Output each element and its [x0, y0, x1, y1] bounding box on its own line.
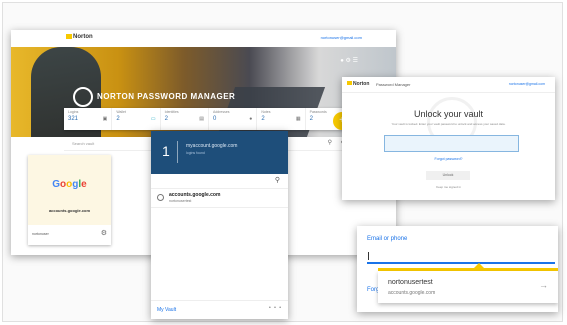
checkmark-icon — [347, 81, 352, 85]
dialog-description: Your vault is locked. Enter your vault p… — [391, 122, 506, 126]
category-count: 321 — [68, 116, 79, 122]
category-notes[interactable]: Notes 2 ▦ — [257, 108, 306, 130]
norton-ring-icon — [73, 87, 93, 107]
category-count: 0 — [212, 116, 217, 122]
category-count: 2 — [261, 116, 265, 122]
account-email[interactable]: nortonuser@gmail.com — [509, 82, 545, 86]
google-logo: Google — [52, 179, 87, 190]
card-icon: ▭ — [150, 116, 156, 122]
hero-title: NORTON PASSWORD MANAGER — [97, 92, 236, 101]
popup-footer: My Vault • • • — [151, 300, 288, 319]
extension-popup: 1 myaccount.google.com logins found ⚲ ac… — [151, 131, 288, 319]
unlock-button[interactable]: Unlock — [426, 171, 470, 180]
category-wallet[interactable]: Wallet 2 ▭ — [112, 108, 161, 130]
category-addresses[interactable]: Addresses 0 ● — [209, 108, 258, 130]
vault-password-input[interactable] — [384, 135, 519, 152]
my-vault-link[interactable]: My Vault — [157, 307, 176, 313]
category-label: Identities — [164, 110, 179, 114]
tile-domain: accounts.google.com — [48, 208, 91, 213]
globe-icon — [157, 194, 164, 201]
login-count: 1 — [162, 143, 170, 159]
id-icon: ▤ — [199, 116, 204, 122]
search-icon[interactable]: ⚲ — [275, 176, 280, 184]
account-email[interactable]: nortonuser@gmail.com — [321, 35, 362, 40]
tile-username: nortonuser — [32, 232, 49, 236]
list-item[interactable]: accounts.google.com nortonusertest — [151, 189, 288, 208]
more-options-icon[interactable]: • • • — [269, 305, 282, 311]
lock-icon[interactable]: ● — [340, 58, 344, 64]
suggestion-domain: accounts.google.com — [388, 290, 436, 296]
forgot-password-link[interactable]: Forgot password? — [342, 157, 555, 161]
category-identities[interactable]: Identities 2 ▤ — [161, 108, 209, 130]
brand-name: Norton — [73, 34, 93, 41]
pin-icon: ● — [249, 116, 253, 122]
suggestion-username: nortonusertest — [388, 279, 433, 286]
email-field-label: Email or phone — [367, 236, 408, 242]
key-icon: ▣ — [102, 116, 108, 122]
norton-logo: Norton — [66, 34, 93, 40]
divider — [177, 141, 178, 163]
category-label: Addresses — [212, 110, 230, 114]
gear-icon[interactable]: ⚙ — [101, 229, 107, 237]
vault-category-bar: Logins 321 ▣ Wallet 2 ▭ Identities 2 ▤ Address… — [64, 108, 354, 130]
category-count: 2 — [164, 116, 168, 122]
hero-actions: ● ⚙ ☰ — [340, 57, 358, 64]
keep-signed-in-checkbox[interactable]: Keep me signed in — [342, 185, 555, 189]
login-tile[interactable]: Google accounts.google.com nortonuser ⚙ — [28, 155, 111, 245]
tile-preview: Google accounts.google.com — [28, 155, 111, 225]
note-icon: ▦ — [295, 116, 301, 122]
category-label: Logins — [68, 110, 79, 114]
dialog-title: Unlock your vault — [413, 109, 484, 119]
text-cursor — [368, 252, 369, 260]
autofill-login-form: Email or phone Forg nortonusertest accou… — [357, 226, 558, 312]
arrow-right-icon[interactable]: → — [539, 280, 548, 290]
category-logins[interactable]: Logins 321 ▣ — [64, 108, 113, 130]
dialog-product: Password Manager — [376, 82, 411, 87]
item-domain: accounts.google.com — [169, 192, 221, 198]
item-username: nortonusertest — [169, 199, 192, 203]
email-field[interactable] — [367, 262, 555, 264]
category-label: Notes — [261, 110, 271, 114]
brand-name: Norton — [353, 81, 370, 87]
top-bar: Norton nortonuser@gmail.com — [11, 30, 396, 48]
autofill-suggestion[interactable]: nortonusertest accounts.google.com → — [378, 271, 558, 303]
category-label: Wallet — [116, 110, 126, 114]
popup-site: myaccount.google.com — [186, 143, 238, 149]
popup-header: 1 myaccount.google.com logins found — [151, 131, 288, 174]
norton-logo: Norton — [347, 81, 369, 87]
dialog-header: Norton Password Manager nortonuser@gmail… — [342, 77, 555, 93]
popup-search[interactable]: ⚲ — [151, 174, 288, 189]
category-count: 2 — [116, 116, 120, 122]
search-input[interactable]: Search vault — [72, 141, 94, 146]
search-icon[interactable]: ⚲ — [328, 139, 332, 146]
checkmark-icon — [66, 34, 72, 39]
menu-icon[interactable]: ☰ — [353, 58, 358, 64]
gear-icon[interactable]: ⚙ — [346, 58, 351, 64]
unlock-vault-dialog: Norton Password Manager nortonuser@gmail… — [342, 77, 555, 200]
popup-subtitle: logins found — [186, 151, 205, 155]
